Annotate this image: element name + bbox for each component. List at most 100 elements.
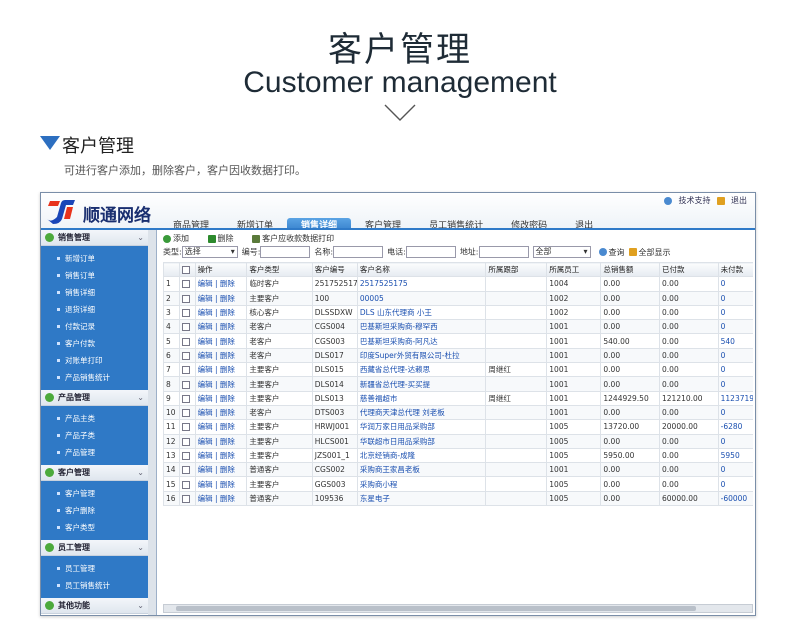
sidebar-group[interactable]: 员工管理 ⌄ — [41, 540, 156, 556]
phone-input[interactable] — [405, 246, 456, 258]
sidebar-submenu: 新增订单 销售订单 销售详细 退货详细 付款记录 客户付款 对账单打印 产品销售统计 — [41, 246, 156, 390]
type-select[interactable]: 选择 — [181, 246, 238, 258]
select-all-checkbox[interactable] — [181, 266, 190, 275]
row-actions[interactable]: 编辑 | 删除 — [194, 419, 248, 435]
row-checkbox[interactable] — [181, 366, 190, 375]
row-checkbox[interactable] — [181, 452, 190, 460]
row-actions[interactable]: 编辑 | 删除 — [194, 304, 248, 321]
row-actions[interactable]: 编辑 | 删除 — [194, 376, 248, 392]
table-cell: 核心客户 — [246, 304, 313, 321]
row-actions[interactable]: 编辑 | 删除 — [194, 404, 248, 421]
print-receivables-button[interactable]: 客户应收款数据打印 — [252, 234, 342, 243]
row-checkbox[interactable] — [181, 437, 190, 446]
table-horizontal-scrollbar[interactable] — [163, 604, 753, 613]
row-actions[interactable]: 编辑 | 删除 — [194, 347, 248, 364]
table-cell — [485, 347, 548, 364]
table-row[interactable]: 15编辑 | 删除主要客户GGS003采购商小程10050.000.000男18… — [163, 476, 753, 492]
show-all-button[interactable]: 全部显示 — [628, 247, 671, 258]
table-row[interactable]: 2编辑 | 删除主要客户1000000510020.000.000男595959… — [163, 290, 753, 306]
table-row[interactable]: 3 编辑 | 删除 核心客户 DLSSDXW DLS 山东代理商 小王 1002 0.00 0… — [163, 304, 753, 321]
sidebar-item[interactable]: 客户删除 — [41, 502, 156, 519]
row-checkbox[interactable] — [181, 480, 190, 489]
row-actions[interactable]: 编辑 | 删除 — [194, 433, 248, 449]
table-row[interactable]: 1编辑 | 删除临时客户2517525175251752517510040.00… — [163, 276, 753, 292]
delete-button[interactable]: 删除 — [207, 234, 242, 243]
sidebar-group[interactable]: 其他功能 ⌄ — [41, 598, 156, 614]
sidebar-item[interactable]: 销售详细 — [41, 284, 156, 301]
row-checkbox[interactable] — [181, 423, 190, 432]
sidebar-item[interactable]: 员工管理 — [41, 560, 156, 577]
sidebar-item[interactable]: 销售订单 — [41, 267, 156, 284]
scroll-thumb[interactable] — [176, 606, 696, 611]
table-row[interactable]: 5 编辑 | 删除 老客户 CGS003 巴基斯坦采购商-阿凡达 1001 540.00 0.… — [163, 333, 753, 349]
row-checkbox[interactable] — [181, 309, 190, 318]
row-actions[interactable]: 编辑 | 删除 — [194, 276, 248, 292]
row-checkbox-cell — [178, 376, 196, 392]
sidebar-scrollbar[interactable] — [148, 230, 156, 615]
table-row[interactable]: 4 编辑 | 删除 老客户 CGS004 巴基斯坦采购商-穆罕西 1001 0.00 0.00… — [163, 319, 753, 335]
row-checkbox[interactable] — [181, 323, 190, 332]
query-button[interactable]: 查询 — [598, 247, 625, 258]
row-actions[interactable]: 编辑 | 删除 — [194, 476, 248, 492]
sidebar-item[interactable]: 客户管理 — [41, 485, 156, 502]
sidebar-item[interactable]: 员工销售统计 — [41, 577, 156, 594]
sidebar-item[interactable]: 付款记录 — [41, 318, 156, 335]
sidebar-item[interactable]: 新增订单 — [41, 250, 156, 267]
support-link[interactable]: 技术支持 — [664, 196, 710, 205]
row-actions[interactable]: 编辑 | 删除 — [194, 290, 248, 306]
sidebar-group[interactable]: 销售管理 ⌄ — [41, 230, 156, 246]
row-checkbox[interactable] — [181, 394, 190, 403]
row-checkbox[interactable] — [181, 466, 190, 475]
code-input[interactable] — [260, 246, 311, 258]
sidebar-item[interactable]: 产品管理 — [41, 444, 156, 461]
sidebar-item[interactable]: 对账单打印 — [41, 352, 156, 369]
row-actions[interactable]: 编辑 | 删除 — [194, 362, 248, 378]
table-row[interactable]: 14 编辑 | 删除 普通客户 CGS002 采购商王家昌老板 1001 0.00 0.00 0… — [163, 462, 753, 478]
row-checkbox[interactable] — [181, 337, 190, 346]
row-checkbox[interactable] — [181, 380, 190, 389]
address-label: 地址: — [459, 247, 479, 257]
row-actions[interactable]: 编辑 | 删除 — [194, 390, 248, 406]
column-header: 所属员工 — [546, 262, 602, 278]
sidebar-item[interactable]: 客户类型 — [41, 519, 156, 536]
sidebar-item[interactable]: 退货详细 — [41, 301, 156, 318]
table-row[interactable]: 13 编辑 | 删除 主要客户 JZS001_1 北京经销商-成隆 1005 5950.00… — [163, 447, 753, 464]
table-cell: DLS015 — [311, 362, 358, 378]
table-row[interactable]: 7 编辑 | 删除 主要客户 DLS015 西藏省总代理-达赖思 周继红 1001 0.00 0… — [163, 362, 753, 378]
table-row[interactable]: 16 编辑 | 删除 普通客户 109536 东星电子 1005 0.00 60000.00-… — [163, 490, 753, 507]
table-row[interactable]: 10 编辑 | 删除 老客户 DTS003 代理商天津总代理 刘老板 1001 0.00 0.… — [163, 404, 753, 421]
row-actions[interactable]: 编辑 | 删除 — [194, 462, 248, 478]
row-checkbox-cell — [178, 319, 196, 335]
table-row[interactable]: 6 编辑 | 删除 老客户 DLS017 印度Super外贸有限公司-杜拉 1001 0.0… — [163, 347, 753, 364]
row-checkbox[interactable] — [181, 280, 190, 289]
row-checkbox[interactable] — [181, 409, 190, 418]
address-input[interactable] — [478, 246, 529, 258]
row-actions[interactable]: 编辑 | 删除 — [194, 447, 248, 464]
sidebar-item[interactable]: 产品销售统计 — [41, 369, 156, 386]
chevron-down-icon: ⌄ — [137, 468, 144, 477]
table-row[interactable]: 9 编辑 | 删除 主要客户 DLS013 慈善福超市 周继红 1001 1244929.50… — [163, 390, 753, 406]
table-row[interactable]: 11 编辑 | 删除 主要客户 HRWJ001 华润万家日用品采购部 1005 13720.… — [163, 419, 753, 435]
table-cell: DLSSDXW — [311, 304, 358, 321]
add-button[interactable]: 添加 — [163, 234, 197, 243]
sidebar-item[interactable]: 客户付款 — [41, 335, 156, 352]
sidebar-group[interactable]: 产品管理 ⌄ — [41, 390, 156, 406]
row-actions[interactable]: 编辑 | 删除 — [194, 490, 248, 507]
triangle-down-icon — [40, 136, 60, 150]
logout-link[interactable]: 退出 — [717, 196, 747, 205]
row-actions[interactable]: 编辑 | 删除 — [194, 333, 248, 349]
row-checkbox[interactable] — [181, 294, 190, 303]
row-actions[interactable]: 编辑 | 删除 — [194, 319, 248, 335]
table-row[interactable]: 12 编辑 | 删除 主要客户 HLCS001 华联超市日用品采购部 1005 0.00 0.… — [163, 433, 753, 449]
table-row[interactable]: 8 编辑 | 删除 主要客户 DLS014 新疆省总代理-买买提 1001 0.00 0.00… — [163, 376, 753, 392]
sidebar-group[interactable]: 客户管理 ⌄ — [41, 465, 156, 481]
sidebar-item[interactable]: 产品主类 — [41, 410, 156, 427]
table-cell: 1002 — [546, 304, 602, 321]
scope-select[interactable]: 全部 — [532, 246, 591, 258]
name-input[interactable] — [333, 246, 384, 258]
row-checkbox[interactable] — [181, 494, 190, 503]
row-checkbox[interactable] — [181, 351, 190, 360]
table-cell: 1005 — [546, 447, 602, 464]
table-cell: 16 — [163, 490, 180, 507]
sidebar-item[interactable]: 产品子类 — [41, 427, 156, 444]
